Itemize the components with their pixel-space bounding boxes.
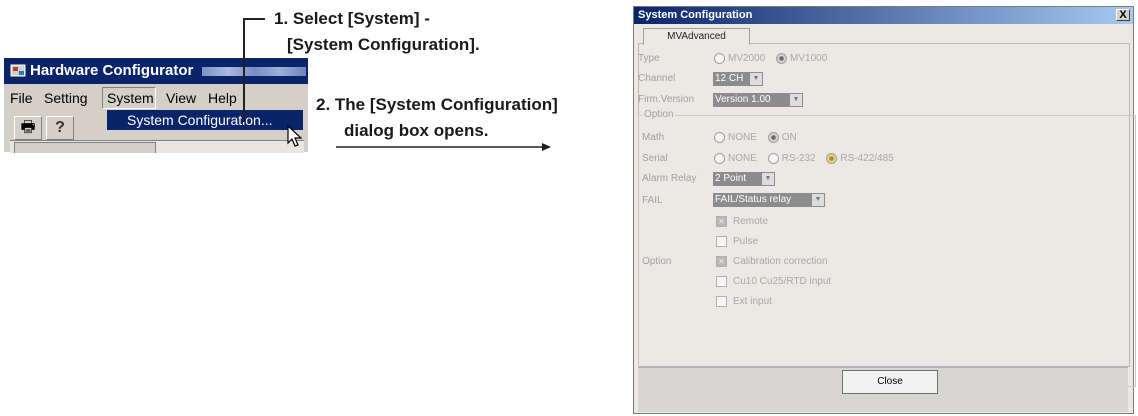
checkbox-ext-input[interactable]: [716, 296, 727, 307]
radio-rs232[interactable]: [767, 153, 779, 164]
print-icon[interactable]: 🖶: [14, 116, 42, 140]
option-label: Option: [642, 256, 672, 267]
radio-math-on-label: ON: [781, 132, 797, 144]
callout2-line2: dialog box opens.: [344, 121, 489, 140]
checkbox-cu10[interactable]: [716, 276, 727, 287]
radio-mv1000-label: MV1000: [790, 53, 828, 65]
dialog-title-bar: System Configuration X: [634, 7, 1133, 24]
checkbox-pulse[interactable]: [716, 236, 727, 247]
math-radio-group: NONE ON: [714, 132, 797, 143]
fail-value: FAIL/Status relay: [715, 194, 792, 205]
close-button[interactable]: Close: [842, 370, 938, 394]
chevron-down-icon: ▼: [790, 94, 802, 106]
radio-mv2000-label: MV2000: [728, 53, 766, 65]
alarm-relay-label: Alarm Relay: [642, 173, 697, 184]
radio-math-none-label: NONE: [728, 132, 757, 144]
type-radio-group: MV2000 MV1000: [714, 53, 827, 64]
callout1-line2: [System Configuration].: [287, 35, 480, 54]
serial-label: Serial: [642, 153, 668, 164]
mouse-pointer-icon: [287, 124, 303, 147]
radio-mv1000[interactable]: [776, 53, 788, 64]
firm-version-select[interactable]: Version 1.00 ▼: [713, 93, 803, 107]
dialog-title: System Configuration: [638, 9, 753, 21]
hardware-configurator-icon: [10, 64, 26, 77]
alarm-relay-value: 2 Point: [715, 173, 747, 184]
menu-item-label: System Configuration...: [127, 112, 273, 128]
menu-file[interactable]: File: [10, 90, 33, 106]
radio-serial-none[interactable]: [714, 153, 725, 164]
firm-version-label: Firm.Version: [638, 94, 695, 105]
check-remote[interactable]: ✕ Remote: [716, 216, 768, 227]
chevron-down-icon: ▼: [812, 194, 824, 206]
radio-serial-none-label: NONE: [728, 153, 757, 165]
callout1-leader-horizontal: [243, 18, 265, 20]
firm-version-value: Version 1.00: [715, 94, 771, 105]
radio-math-on[interactable]: [767, 132, 779, 143]
radio-mv2000[interactable]: [714, 53, 725, 64]
check-cu10-label: Cu10 Cu25/RTD input: [733, 276, 832, 288]
radio-rs232-label: RS-232: [781, 153, 816, 165]
callout1-line1: 1. Select [System] -: [274, 9, 430, 28]
check-calibration-label: Calibration correction: [733, 256, 828, 268]
channel-select[interactable]: 12 CH ▼: [713, 72, 763, 86]
callout2-arrow: [336, 143, 551, 151]
chevron-down-icon: ▼: [750, 73, 762, 85]
fail-label: FAIL: [642, 195, 663, 206]
check-pulse[interactable]: Pulse: [716, 236, 758, 247]
check-calibration[interactable]: ✕ Calibration correction: [716, 256, 828, 267]
fail-select[interactable]: FAIL/Status relay ▼: [713, 193, 825, 207]
math-label: Math: [642, 132, 665, 143]
checkbox-calibration[interactable]: ✕: [716, 256, 727, 267]
app-title-bar: Hardware Configurator: [4, 58, 308, 84]
option-group-title: Option: [642, 109, 676, 120]
radio-rs422-485[interactable]: [826, 153, 838, 164]
app-title: Hardware Configurator: [30, 62, 194, 79]
callout2-line1: 2. The [System Configuration]: [316, 95, 558, 114]
menu-view[interactable]: View: [166, 90, 196, 106]
checkbox-remote[interactable]: ✕: [716, 216, 727, 227]
check-ext-input-label: Ext input: [733, 296, 772, 308]
menu-system[interactable]: System: [107, 90, 154, 106]
chevron-down-icon: ▼: [762, 173, 774, 185]
system-configuration-dialog: System Configuration X MVAdvanced Type M…: [633, 6, 1136, 414]
channel-label: Channel: [638, 73, 676, 84]
check-cu10[interactable]: Cu10 Cu25/RTD input: [716, 276, 831, 287]
alarm-relay-select[interactable]: 2 Point ▼: [713, 172, 775, 186]
type-label: Type: [638, 53, 660, 64]
radio-rs422-485-label: RS-422/485: [840, 153, 894, 165]
title-filename-blurred: [202, 67, 306, 76]
check-ext-input[interactable]: Ext input: [716, 296, 772, 307]
menu-help[interactable]: Help: [208, 90, 237, 106]
app-window: Hardware Configurator File Setting Syste…: [4, 58, 308, 152]
close-icon[interactable]: X: [1116, 9, 1130, 21]
check-pulse-label: Pulse: [733, 236, 759, 248]
menu-setting[interactable]: Setting: [44, 90, 88, 106]
tab-mvadvanced[interactable]: MVAdvanced: [643, 28, 750, 45]
window-tab-edge: [14, 142, 156, 153]
help-icon[interactable]: ?: [46, 116, 74, 140]
menu-item-system-configuration[interactable]: System Configuration...: [107, 110, 303, 130]
callout1-leader-vertical: [243, 18, 245, 122]
check-remote-label: Remote: [733, 216, 769, 228]
channel-select-value: 12 CH: [715, 73, 744, 84]
serial-radio-group: NONE RS-232 RS-422/485: [714, 153, 894, 164]
radio-math-none[interactable]: [714, 132, 725, 143]
menu-bar: File Setting System View Help: [4, 84, 308, 112]
